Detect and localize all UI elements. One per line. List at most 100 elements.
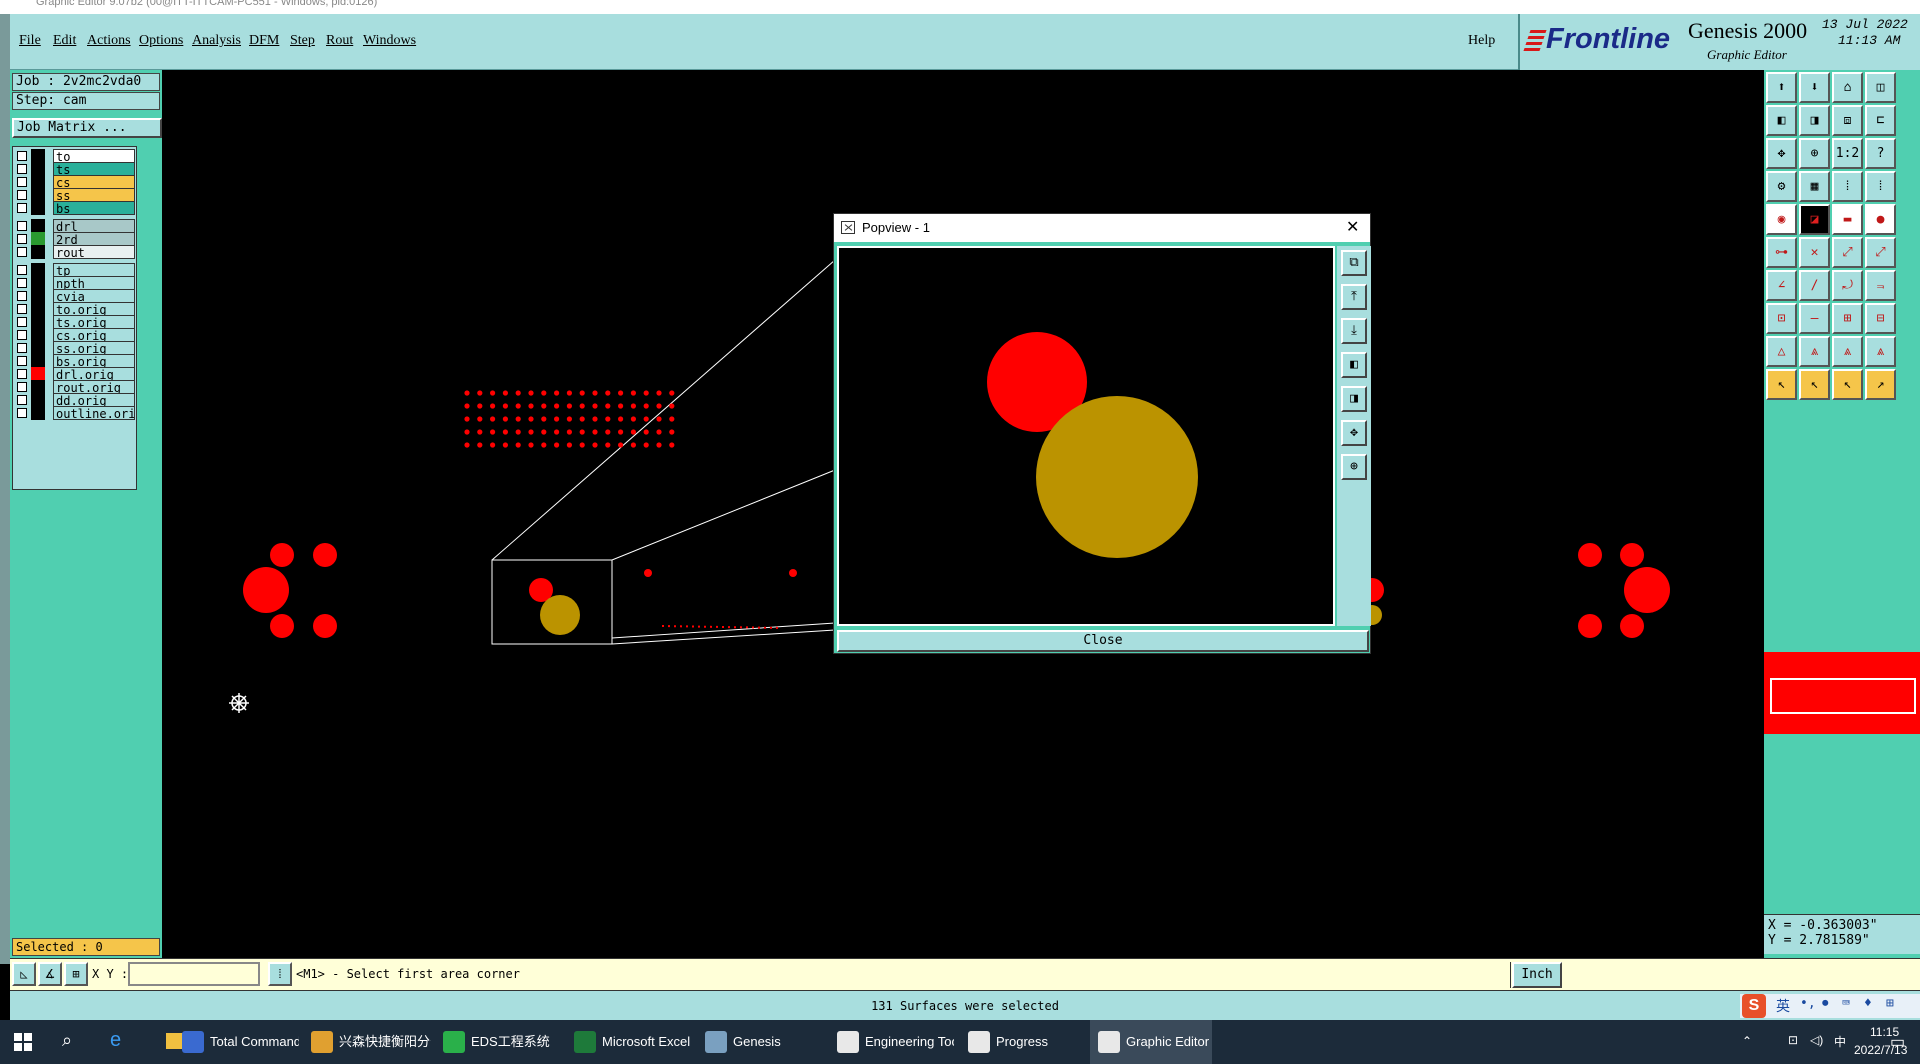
ime-logo-icon[interactable]: S	[1742, 994, 1766, 1018]
layer-row[interactable]: cvia	[15, 289, 135, 303]
layer-row[interactable]: 2rd	[15, 232, 135, 246]
ime-mode[interactable]: 英	[1776, 996, 1790, 1016]
ime-skin-icon[interactable]: ♦	[1864, 996, 1872, 1011]
layer-checkbox[interactable]	[17, 408, 27, 418]
start-icon[interactable]	[14, 1033, 32, 1051]
triangle-icon[interactable]: △	[1766, 336, 1797, 367]
layer-name[interactable]: 2rd	[53, 232, 135, 246]
layer-row[interactable]: bs	[15, 201, 135, 215]
ime-punct-icon[interactable]: •,	[1800, 996, 1816, 1011]
layer-checkbox[interactable]	[17, 278, 27, 288]
layer-name[interactable]: to.orig	[53, 302, 135, 316]
help-icon[interactable]: ?	[1865, 138, 1896, 169]
stack-icon[interactable]: ⊟	[1865, 303, 1896, 334]
layer-row[interactable]: ts	[15, 162, 135, 176]
popview-close-button[interactable]: Close	[837, 630, 1369, 652]
taskbar-app[interactable]: 兴森快捷衡阳分公...	[303, 1020, 431, 1064]
layer-checkbox[interactable]	[17, 317, 27, 327]
input-mode-icon[interactable]: ⁞	[268, 962, 292, 986]
layer-row[interactable]: outline.orig	[15, 406, 135, 420]
layer-checkbox[interactable]	[17, 291, 27, 301]
layer-name[interactable]: cvia	[53, 289, 135, 303]
menu-windows[interactable]: Windows	[363, 33, 416, 49]
layer-name[interactable]: to	[53, 149, 135, 163]
layer-checkbox[interactable]	[17, 369, 27, 379]
job-matrix-button[interactable]: Job Matrix ...	[12, 118, 162, 138]
menu-analysis[interactable]: Analysis	[192, 33, 241, 49]
taskbar-app[interactable]: Graphic Editor 9....	[1090, 1020, 1212, 1064]
pan-right-icon[interactable]: ◨	[1799, 105, 1830, 136]
ime-menu-icon[interactable]: ⊞	[1886, 996, 1894, 1011]
layer-color-swatch[interactable]	[31, 175, 45, 189]
slope-icon[interactable]: ∕	[1799, 270, 1830, 301]
side-icon[interactable]: ⊏	[1865, 105, 1896, 136]
layer-checkbox[interactable]	[17, 330, 27, 340]
layer-color-swatch[interactable]	[31, 245, 45, 259]
layer-row[interactable]: npth	[15, 276, 135, 290]
layer-color-swatch[interactable]	[31, 341, 45, 355]
layer-checkbox[interactable]	[17, 247, 27, 257]
layer-checkbox[interactable]	[17, 395, 27, 405]
layer-color-swatch[interactable]	[31, 315, 45, 329]
layer-checkbox[interactable]	[17, 382, 27, 392]
triangle2-icon[interactable]: ⩓	[1799, 336, 1830, 367]
dot-icon[interactable]: ●	[1865, 204, 1896, 235]
menu-dfm[interactable]: DFM	[249, 33, 279, 49]
snap-icon[interactable]: ◺	[12, 962, 36, 986]
menu-edit[interactable]: Edit	[53, 33, 76, 49]
layer-color-swatch[interactable]	[31, 219, 45, 233]
layer-row[interactable]: rout	[15, 245, 135, 259]
layer-row[interactable]: to	[15, 149, 135, 163]
measure2-icon[interactable]: ⁞	[1865, 171, 1896, 202]
layer-name[interactable]: bs.orig	[53, 354, 135, 368]
menu-file[interactable]: File	[19, 33, 41, 49]
zoom-in-icon[interactable]: ⤒	[1341, 284, 1367, 310]
layer-name[interactable]: tp	[53, 263, 135, 277]
pan-left-icon[interactable]: ◧	[1341, 352, 1367, 378]
connect-icon[interactable]: ⊶	[1766, 237, 1797, 268]
layer-name[interactable]: drl.orig	[53, 367, 135, 381]
ime-lang[interactable]: 中	[1834, 1033, 1846, 1050]
window-icon[interactable]: ◫	[1865, 72, 1896, 103]
xy-input[interactable]	[128, 962, 260, 986]
home-icon[interactable]: ⌂	[1832, 72, 1863, 103]
menu-help[interactable]: Help	[1468, 33, 1495, 49]
triangle3-icon[interactable]: ⩓	[1832, 336, 1863, 367]
edge-browser-icon[interactable]: e	[110, 1029, 121, 1052]
volume-icon[interactable]: ◁)	[1810, 1033, 1823, 1047]
layer-color-swatch[interactable]	[31, 188, 45, 202]
layer-name[interactable]: rout.orig	[53, 380, 135, 394]
grid-snap-icon[interactable]: ⊞	[64, 962, 88, 986]
layer-checkbox[interactable]	[17, 151, 27, 161]
fit-icon[interactable]: ✥	[1341, 420, 1367, 446]
layer-color-swatch[interactable]	[31, 367, 45, 381]
pan-left-icon[interactable]: ◧	[1766, 105, 1797, 136]
taskbar-app[interactable]: EDS工程系统	[435, 1020, 560, 1064]
layer-row[interactable]: drl	[15, 219, 135, 233]
layer-row[interactable]: cs	[15, 175, 135, 189]
layer-name[interactable]: npth	[53, 276, 135, 290]
zoom-out-icon[interactable]: ⤓	[1341, 318, 1367, 344]
layer-color-swatch[interactable]	[31, 328, 45, 342]
center-icon[interactable]: ⊕	[1799, 138, 1830, 169]
taskbar-app[interactable]: Engineering Tool...	[829, 1020, 954, 1064]
layer-checkbox[interactable]	[17, 190, 27, 200]
zoom-window-icon[interactable]: ⧉	[1341, 250, 1367, 276]
layer-name[interactable]: dd.orig	[53, 393, 135, 407]
popview-canvas[interactable]	[837, 246, 1335, 626]
layer-name[interactable]: cs	[53, 175, 135, 189]
zoom-box-icon[interactable]: ⧈	[1832, 105, 1863, 136]
layer-row[interactable]: bs.orig	[15, 354, 135, 368]
layer-name[interactable]: ts	[53, 162, 135, 176]
angle-icon[interactable]: ∠	[1766, 270, 1797, 301]
layer-name[interactable]: ts.orig	[53, 315, 135, 329]
layer-row[interactable]: to.orig	[15, 302, 135, 316]
pointer4-icon[interactable]: ↗	[1865, 369, 1896, 400]
taskbar-app[interactable]: Microsoft Excel - ...	[566, 1020, 691, 1064]
layer-down-icon[interactable]: ⬇	[1799, 72, 1830, 103]
layer-checkbox[interactable]	[17, 164, 27, 174]
layer-up-icon[interactable]: ⬆	[1766, 72, 1797, 103]
mirror-icon[interactable]: ⫬	[1865, 270, 1896, 301]
layer-name[interactable]: rout	[53, 245, 135, 259]
layer-color-swatch[interactable]	[31, 263, 45, 277]
